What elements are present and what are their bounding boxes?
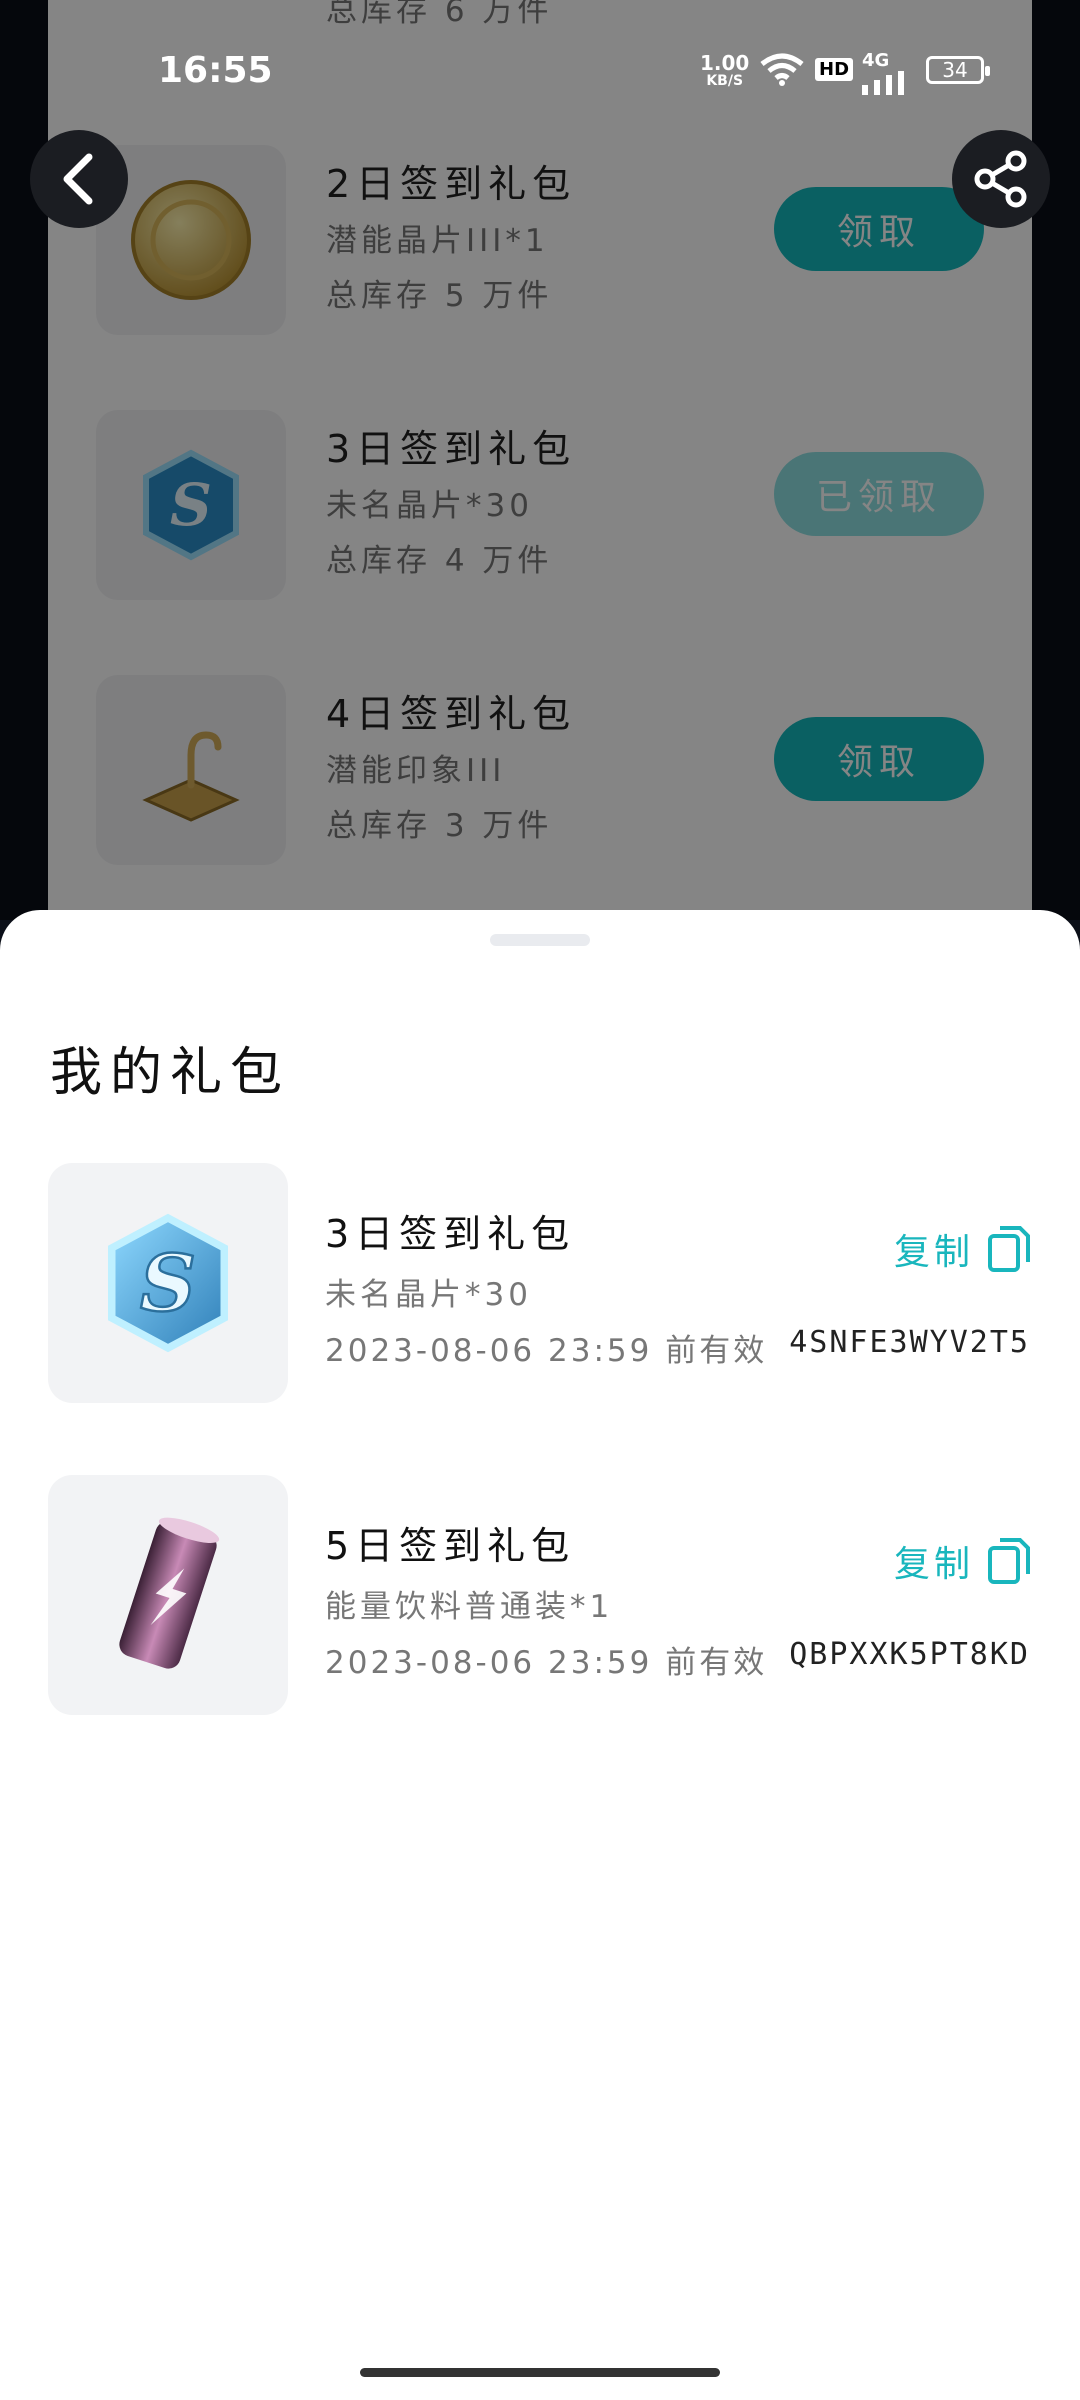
gift-item: 未名晶片*30 bbox=[325, 1277, 532, 1313]
battery-icon: 34 bbox=[926, 56, 990, 84]
gift-validity: 2023-08-06 23:59 前有效 bbox=[325, 1333, 768, 1369]
status-bar: 16:55 1.00 KB/S HD 4G 34 bbox=[0, 0, 1080, 140]
share-button[interactable] bbox=[952, 130, 1050, 228]
share-icon bbox=[974, 150, 1027, 208]
drag-handle[interactable] bbox=[490, 934, 590, 946]
copy-label: 复制 bbox=[894, 1544, 975, 1585]
gift-item: 能量饮料普通装*1 bbox=[325, 1589, 614, 1625]
gift-validity: 2023-08-06 23:59 前有效 bbox=[325, 1645, 768, 1681]
gift-row-day5: 5日签到礼包 能量饮料普通装*1 2023-08-06 23:59 前有效 复制… bbox=[0, 1475, 1080, 1715]
sheet-title: 我的礼包 bbox=[50, 1043, 291, 1103]
gift-name: 5日签到礼包 bbox=[325, 1524, 576, 1568]
cellular-signal: 4G bbox=[862, 50, 912, 100]
gift-row-day3: S 3日签到礼包 未名晶片*30 2023-08-06 23:59 前有效 复制… bbox=[0, 1163, 1080, 1403]
energy-drink-can-icon bbox=[119, 1517, 220, 1669]
copy-code-button[interactable]: 复制 bbox=[894, 1535, 1032, 1587]
copy-icon bbox=[988, 1226, 1031, 1272]
gift-code: 4SNFE3WYV2T5 bbox=[789, 1325, 1030, 1360]
gift-thumb: S bbox=[48, 1163, 288, 1403]
signal-bars-icon bbox=[862, 71, 904, 95]
wifi-icon bbox=[760, 52, 804, 90]
copy-code-button[interactable]: 复制 bbox=[894, 1223, 1032, 1275]
gift-thumb bbox=[48, 1475, 288, 1715]
home-indicator[interactable] bbox=[360, 2368, 720, 2377]
svg-text:S: S bbox=[140, 1239, 196, 1330]
my-gifts-sheet: 我的礼包 S 3日签到礼包 未名晶片*30 2023-08-06 23:59 前… bbox=[0, 910, 1080, 2400]
gift-code: QBPXXK5PT8KD bbox=[789, 1637, 1030, 1672]
chevron-left-icon bbox=[63, 153, 93, 205]
back-button[interactable] bbox=[30, 130, 128, 228]
network-speed: 1.00 KB/S bbox=[700, 51, 750, 89]
gift-name: 3日签到礼包 bbox=[325, 1212, 576, 1256]
copy-label: 复制 bbox=[894, 1232, 975, 1273]
status-time: 16:55 bbox=[158, 50, 273, 91]
hd-badge: HD bbox=[815, 58, 854, 81]
blue-hexagon-s-icon: S bbox=[108, 1213, 228, 1353]
copy-icon bbox=[988, 1538, 1031, 1584]
